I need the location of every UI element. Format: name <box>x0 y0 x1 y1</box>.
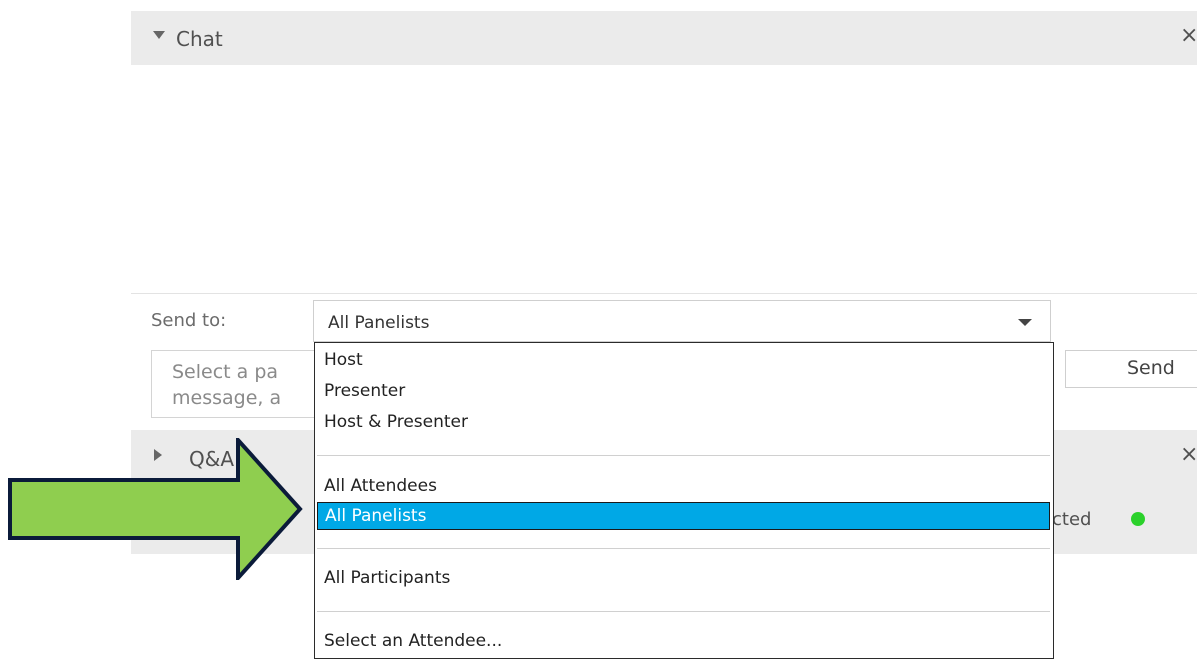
send-to-dropdown-list: Host Presenter Host & Presenter All Atte… <box>314 342 1054 659</box>
connection-status-text: cted <box>1052 509 1092 530</box>
chat-messages-area <box>131 65 1197 293</box>
chat-close-icon[interactable]: × <box>1180 25 1197 47</box>
dropdown-separator <box>317 611 1050 612</box>
dropdown-option-all-panelists[interactable]: All Panelists <box>317 502 1050 530</box>
send-to-selected-value: All Panelists <box>328 313 430 333</box>
chat-panel-header[interactable]: Chat × <box>131 11 1197 65</box>
connection-status-dot-icon <box>1131 512 1145 526</box>
send-to-label: Send to: <box>151 310 227 331</box>
webex-chat-panel: Chat × Send to: All Panelists Select a p… <box>0 0 1197 660</box>
arrow-right-icon <box>8 438 303 580</box>
dropdown-option-host-and-presenter[interactable]: Host & Presenter <box>317 408 1050 436</box>
dropdown-separator <box>317 548 1050 549</box>
dropdown-separator <box>317 455 1050 456</box>
send-to-select[interactable]: All Panelists <box>313 300 1051 342</box>
qa-close-icon[interactable]: × <box>1180 444 1197 466</box>
dropdown-option-host[interactable]: Host <box>317 346 1050 374</box>
chat-panel-title: Chat <box>176 27 223 51</box>
collapse-triangle-down-icon[interactable] <box>153 31 165 39</box>
divider <box>131 293 1197 294</box>
dropdown-caret-icon[interactable] <box>1018 319 1032 326</box>
dropdown-option-all-participants[interactable]: All Participants <box>317 564 1050 592</box>
send-button[interactable]: Send <box>1065 350 1197 388</box>
dropdown-option-all-attendees[interactable]: All Attendees <box>317 472 1050 500</box>
dropdown-option-presenter[interactable]: Presenter <box>317 377 1050 405</box>
dropdown-option-select-an-attendee[interactable]: Select an Attendee... <box>317 627 1050 655</box>
